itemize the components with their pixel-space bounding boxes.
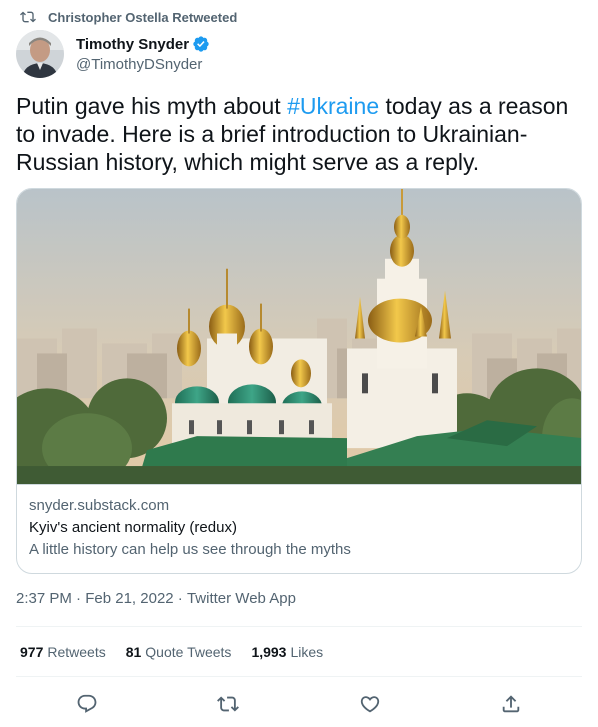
avatar[interactable] — [16, 30, 64, 78]
author-name[interactable]: Timothy Snyder — [76, 36, 189, 53]
tweet-timestamp: 2:37 PM · Feb 21, 2022 · Twitter Web App — [16, 590, 296, 607]
retweet-icon — [217, 696, 240, 712]
likes-label: Likes — [290, 644, 324, 660]
tweet-time[interactable]: 2:37 PM — [16, 590, 72, 607]
tweet-date[interactable]: Feb 21, 2022 — [85, 590, 173, 607]
like-button[interactable] — [352, 686, 388, 722]
retweet-icon — [20, 11, 36, 23]
divider — [16, 676, 582, 677]
author-names: Timothy Snyder @TimothyDSnyder — [76, 35, 210, 73]
author-handle[interactable]: @TimothyDSnyder — [76, 56, 210, 73]
retweeted-by-bar: Christopher Ostella Retweeted — [20, 8, 237, 26]
card-description: A little history can help us see through… — [29, 541, 351, 558]
card-image-kyiv-lavra[interactable] — [17, 189, 582, 485]
engagement-stats: 977 Retweets 81 Quote Tweets 1,993 Likes — [20, 644, 343, 660]
hashtag-link[interactable]: #Ukraine — [287, 93, 379, 119]
retweets-stat[interactable]: 977 Retweets — [20, 644, 106, 660]
quote-tweets-label: Quote Tweets — [145, 644, 232, 660]
divider — [16, 626, 582, 627]
retweets-label: Retweets — [47, 644, 106, 660]
likes-count: 1,993 — [251, 644, 287, 660]
quote-tweets-count: 81 — [125, 644, 142, 660]
timestamp-separator: · — [71, 590, 86, 607]
likes-stat[interactable]: 1,993 Likes — [251, 644, 323, 660]
verified-badge-icon — [193, 36, 209, 52]
tweet-source[interactable]: Twitter Web App — [187, 590, 296, 607]
like-icon — [360, 696, 379, 713]
author-name-row: Timothy Snyder — [76, 35, 210, 53]
quote-tweets-stat[interactable]: 81 Quote Tweets — [126, 644, 232, 660]
share-icon — [503, 695, 520, 713]
reply-button[interactable] — [69, 686, 105, 722]
card-title: Kyiv's ancient normality (redux) — [29, 519, 237, 536]
share-button[interactable] — [493, 686, 529, 722]
tweet-author: Timothy Snyder @TimothyDSnyder — [16, 30, 210, 78]
tweet-actions — [16, 684, 582, 724]
retweeted-by-label[interactable]: Christopher Ostella Retweeted — [48, 10, 237, 25]
card-meta: snyder.substack.com Kyiv's ancient norma… — [17, 485, 581, 560]
timestamp-separator: · — [173, 590, 187, 607]
retweet-button[interactable] — [210, 686, 246, 722]
card-domain: snyder.substack.com — [29, 497, 170, 514]
retweets-count: 977 — [20, 644, 44, 660]
tweet-text: Putin gave his myth about #Ukraine today… — [16, 92, 582, 176]
link-preview-card[interactable]: snyder.substack.com Kyiv's ancient norma… — [16, 188, 582, 574]
reply-icon — [77, 694, 97, 713]
tweet-text-start: Putin gave his myth about — [16, 93, 288, 119]
